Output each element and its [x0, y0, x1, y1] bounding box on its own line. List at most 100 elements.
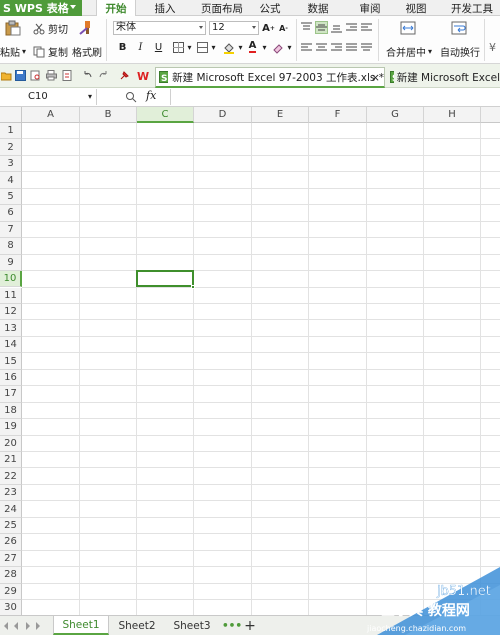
tab-home[interactable]: 开始	[96, 0, 136, 17]
underline-button[interactable]: U	[152, 41, 165, 54]
tab-insert[interactable]: 插入	[145, 0, 185, 16]
column-header-h[interactable]: H	[424, 107, 481, 123]
wps-app-menu-button[interactable]: S WPS 表格	[0, 0, 82, 16]
row-header-20[interactable]: 20	[0, 435, 22, 452]
row-header-26[interactable]: 26	[0, 534, 22, 551]
print-icon[interactable]	[46, 70, 57, 81]
tab-page-layout[interactable]: 页面布局	[192, 0, 252, 16]
print-preview-icon[interactable]	[30, 70, 41, 81]
last-sheet-icon[interactable]	[36, 622, 40, 630]
next-sheet-icon[interactable]	[26, 622, 30, 630]
row-header-3[interactable]: 3	[0, 155, 22, 173]
column-header-d[interactable]: D	[194, 107, 252, 123]
format-painter-icon-button[interactable]	[78, 20, 92, 36]
row-header-28[interactable]: 28	[0, 567, 22, 584]
cut-button[interactable]: 剪切	[33, 21, 68, 36]
paste-button[interactable]	[4, 20, 22, 36]
tab-developer[interactable]: 开发工具	[444, 0, 500, 16]
row-header-16[interactable]: 16	[0, 369, 22, 387]
export-pdf-icon[interactable]	[62, 70, 73, 81]
sheet-tab-sheet1[interactable]: Sheet1	[53, 616, 109, 635]
chevron-down-icon[interactable]: ▾	[258, 41, 271, 54]
row-header-17[interactable]: 17	[0, 386, 22, 403]
row-header-1[interactable]: 1	[0, 123, 22, 140]
row-header-14[interactable]: 14	[0, 336, 22, 354]
close-icon[interactable]: ×	[371, 71, 380, 84]
row-header-9[interactable]: 9	[0, 254, 22, 272]
fill-handle[interactable]	[191, 284, 195, 289]
chevron-down-icon[interactable]: ▾	[183, 41, 196, 54]
italic-button[interactable]: I	[134, 41, 147, 54]
chevron-down-icon[interactable]: ▾	[207, 41, 220, 54]
row-header-29[interactable]: 29	[0, 583, 22, 601]
bold-button[interactable]: B	[116, 41, 129, 54]
row-header-6[interactable]: 6	[0, 205, 22, 222]
format-painter-button[interactable]: 格式刷	[72, 44, 102, 59]
shrink-font-button[interactable]: A-	[277, 22, 290, 35]
align-top-button[interactable]	[300, 21, 313, 34]
tab-view[interactable]: 视图	[398, 0, 434, 16]
redo-icon[interactable]	[98, 70, 109, 81]
row-header-2[interactable]: 2	[0, 139, 22, 156]
sheet-tab-sheet2[interactable]: Sheet2	[111, 616, 163, 635]
prev-sheet-icon[interactable]	[14, 622, 18, 630]
active-cell[interactable]	[136, 270, 194, 288]
align-left-button[interactable]	[300, 41, 313, 54]
document-tab[interactable]: S 新建 Microsoft Excel	[390, 67, 500, 88]
decrease-indent-button[interactable]	[345, 21, 358, 34]
add-sheet-button[interactable]: +	[242, 616, 258, 635]
row-header-30[interactable]: 30	[0, 600, 22, 615]
justify-button[interactable]	[345, 41, 358, 54]
row-header-10[interactable]: 10	[0, 271, 22, 288]
row-header-22[interactable]: 22	[0, 468, 22, 485]
more-sheets-button[interactable]: •••	[222, 616, 242, 635]
tab-review[interactable]: 审阅	[352, 0, 388, 16]
row-header-11[interactable]: 11	[0, 287, 22, 304]
row-header-5[interactable]: 5	[0, 188, 22, 206]
column-header-b[interactable]: B	[80, 107, 137, 123]
wps-logo-icon[interactable]: W	[137, 70, 153, 81]
tab-data[interactable]: 数据	[300, 0, 336, 16]
pin-icon[interactable]	[119, 70, 130, 81]
row-header-12[interactable]: 12	[0, 303, 22, 321]
align-center-button[interactable]	[315, 41, 328, 54]
row-header-25[interactable]: 25	[0, 517, 22, 535]
column-header-f[interactable]: F	[309, 107, 367, 123]
copy-button[interactable]: 复制	[33, 44, 68, 59]
row-header-19[interactable]: 19	[0, 419, 22, 436]
document-tab-active[interactable]: S 新建 Microsoft Excel 97-2003 工作表.xls * ×	[155, 67, 385, 88]
align-right-button[interactable]	[330, 41, 343, 54]
wrap-text-button[interactable]: 自动换行	[440, 44, 480, 59]
column-header-a[interactable]: A	[22, 107, 80, 123]
number-format-button[interactable]: ¥	[489, 40, 499, 54]
sheet-tab-sheet3[interactable]: Sheet3	[166, 616, 218, 635]
row-header-15[interactable]: 15	[0, 353, 22, 370]
name-box[interactable]: C10 ▾	[0, 89, 97, 105]
function-button[interactable]: fx	[146, 89, 156, 102]
align-middle-button[interactable]	[315, 21, 328, 34]
zoom-search-icon[interactable]	[125, 91, 137, 103]
chevron-down-icon[interactable]: ▾	[283, 41, 296, 54]
spreadsheet-grid[interactable]: ABCDEFGHI1234567891011121314151617181920…	[0, 107, 500, 615]
open-folder-icon[interactable]	[1, 70, 12, 81]
row-header-8[interactable]: 8	[0, 238, 22, 255]
font-name-select[interactable]: 宋体	[113, 21, 206, 35]
save-icon[interactable]	[15, 70, 26, 81]
distributed-button[interactable]	[360, 41, 373, 54]
row-header-21[interactable]: 21	[0, 452, 22, 469]
increase-indent-button[interactable]	[360, 21, 373, 34]
formula-input[interactable]	[170, 89, 500, 105]
merge-center-icon-button[interactable]	[400, 20, 416, 36]
column-header-e[interactable]: E	[252, 107, 309, 123]
row-header-4[interactable]: 4	[0, 172, 22, 189]
merge-center-button[interactable]: 合并居中 ▾	[386, 44, 432, 59]
undo-icon[interactable]	[82, 70, 93, 81]
row-header-23[interactable]: 23	[0, 484, 22, 502]
paste-label-group[interactable]: 粘贴 ▾	[0, 44, 26, 59]
row-header-18[interactable]: 18	[0, 402, 22, 420]
wrap-text-icon-button[interactable]	[451, 20, 467, 36]
row-header-7[interactable]: 7	[0, 221, 22, 239]
column-header-i[interactable]: I	[481, 107, 500, 123]
row-header-27[interactable]: 27	[0, 550, 22, 568]
grow-font-button[interactable]: A +	[262, 22, 275, 35]
